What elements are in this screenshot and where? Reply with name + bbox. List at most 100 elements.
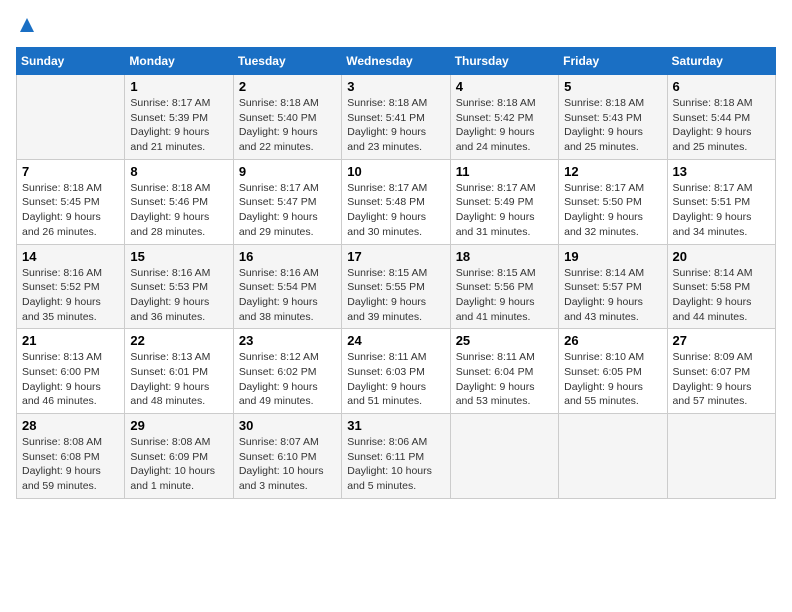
day-number: 9 — [239, 164, 336, 179]
day-number: 28 — [22, 418, 119, 433]
day-number: 25 — [456, 333, 553, 348]
calendar-cell: 22 Sunrise: 8:13 AMSunset: 6:01 PMDayligh… — [125, 329, 233, 414]
calendar-cell: 17 Sunrise: 8:15 AMSunset: 5:55 PMDayligh… — [342, 244, 450, 329]
day-detail: Sunrise: 8:18 AMSunset: 5:43 PMDaylight:… — [564, 96, 661, 155]
weekday-header-saturday: Saturday — [667, 48, 775, 75]
day-detail: Sunrise: 8:17 AMSunset: 5:48 PMDaylight:… — [347, 181, 444, 240]
weekday-header-thursday: Thursday — [450, 48, 558, 75]
day-number: 27 — [673, 333, 770, 348]
day-detail: Sunrise: 8:18 AMSunset: 5:40 PMDaylight:… — [239, 96, 336, 155]
calendar-cell: 3 Sunrise: 8:18 AMSunset: 5:41 PMDaylight… — [342, 75, 450, 160]
calendar-cell: 9 Sunrise: 8:17 AMSunset: 5:47 PMDaylight… — [233, 159, 341, 244]
calendar-cell: 18Sunrise: 8:15 AMSunset: 5:56 PMDayligh… — [450, 244, 558, 329]
day-detail: Sunrise: 8:18 AMSunset: 5:41 PMDaylight:… — [347, 96, 444, 155]
calendar-cell: 12 Sunrise: 8:17 AMSunset: 5:50 PMDayligh… — [559, 159, 667, 244]
day-number: 24 — [347, 333, 444, 348]
calendar-cell: 21 Sunrise: 8:13 AMSunset: 6:00 PMDayligh… — [17, 329, 125, 414]
calendar-cell: 14 Sunrise: 8:16 AMSunset: 5:52 PMDayligh… — [17, 244, 125, 329]
day-number: 8 — [130, 164, 227, 179]
day-detail: Sunrise: 8:18 AMSunset: 5:44 PMDaylight:… — [673, 96, 770, 155]
day-detail: Sunrise: 8:18 AMSunset: 5:45 PMDaylight:… — [22, 181, 119, 240]
weekday-header-friday: Friday — [559, 48, 667, 75]
day-number: 16 — [239, 249, 336, 264]
calendar-cell: 2 Sunrise: 8:18 AMSunset: 5:40 PMDaylight… — [233, 75, 341, 160]
calendar-cell: 13Sunrise: 8:17 AMSunset: 5:51 PMDayligh… — [667, 159, 775, 244]
calendar-cell: 4 Sunrise: 8:18 AMSunset: 5:42 PMDaylight… — [450, 75, 558, 160]
day-detail: Sunrise: 8:11 AMSunset: 6:04 PMDaylight:… — [456, 350, 553, 409]
calendar-cell: 27 Sunrise: 8:09 AMSunset: 6:07 PMDayligh… — [667, 329, 775, 414]
day-detail: Sunrise: 8:13 AMSunset: 6:01 PMDaylight:… — [130, 350, 227, 409]
calendar-cell — [667, 414, 775, 499]
day-number: 7 — [22, 164, 119, 179]
day-number: 3 — [347, 79, 444, 94]
calendar-cell: 10 Sunrise: 8:17 AMSunset: 5:48 PMDayligh… — [342, 159, 450, 244]
header — [16, 16, 776, 39]
logo — [16, 16, 36, 39]
calendar-table: SundayMondayTuesdayWednesdayThursdayFrid… — [16, 47, 776, 499]
day-number: 19 — [564, 249, 661, 264]
day-detail: Sunrise: 8:14 AMSunset: 5:58 PMDaylight:… — [673, 266, 770, 325]
day-detail: Sunrise: 8:15 AMSunset: 5:56 PMDaylight:… — [456, 266, 553, 325]
day-number: 4 — [456, 79, 553, 94]
calendar-cell: 7 Sunrise: 8:18 AMSunset: 5:45 PMDaylight… — [17, 159, 125, 244]
calendar-cell: 28Sunrise: 8:08 AMSunset: 6:08 PMDayligh… — [17, 414, 125, 499]
day-detail: Sunrise: 8:16 AMSunset: 5:52 PMDaylight:… — [22, 266, 119, 325]
day-number: 14 — [22, 249, 119, 264]
day-detail: Sunrise: 8:06 AMSunset: 6:11 PMDaylight:… — [347, 435, 444, 494]
calendar-cell: 26 Sunrise: 8:10 AMSunset: 6:05 PMDayligh… — [559, 329, 667, 414]
day-detail: Sunrise: 8:10 AMSunset: 6:05 PMDaylight:… — [564, 350, 661, 409]
weekday-header-wednesday: Wednesday — [342, 48, 450, 75]
calendar-cell: 23Sunrise: 8:12 AMSunset: 6:02 PMDayligh… — [233, 329, 341, 414]
day-detail: Sunrise: 8:17 AMSunset: 5:47 PMDaylight:… — [239, 181, 336, 240]
calendar-cell — [559, 414, 667, 499]
calendar-cell — [450, 414, 558, 499]
day-number: 31 — [347, 418, 444, 433]
day-number: 21 — [22, 333, 119, 348]
calendar-week-row: 7 Sunrise: 8:18 AMSunset: 5:45 PMDaylight… — [17, 159, 776, 244]
day-number: 10 — [347, 164, 444, 179]
day-detail: Sunrise: 8:13 AMSunset: 6:00 PMDaylight:… — [22, 350, 119, 409]
calendar-cell: 24 Sunrise: 8:11 AMSunset: 6:03 PMDayligh… — [342, 329, 450, 414]
calendar-week-row: 21 Sunrise: 8:13 AMSunset: 6:00 PMDayligh… — [17, 329, 776, 414]
day-number: 20 — [673, 249, 770, 264]
calendar-week-row: 14 Sunrise: 8:16 AMSunset: 5:52 PMDayligh… — [17, 244, 776, 329]
day-number: 12 — [564, 164, 661, 179]
day-number: 29 — [130, 418, 227, 433]
day-detail: Sunrise: 8:16 AMSunset: 5:54 PMDaylight:… — [239, 266, 336, 325]
day-number: 17 — [347, 249, 444, 264]
day-detail: Sunrise: 8:15 AMSunset: 5:55 PMDaylight:… — [347, 266, 444, 325]
weekday-header-tuesday: Tuesday — [233, 48, 341, 75]
day-detail: Sunrise: 8:16 AMSunset: 5:53 PMDaylight:… — [130, 266, 227, 325]
day-detail: Sunrise: 8:07 AMSunset: 6:10 PMDaylight:… — [239, 435, 336, 494]
calendar-cell: 19Sunrise: 8:14 AMSunset: 5:57 PMDayligh… — [559, 244, 667, 329]
calendar-cell — [17, 75, 125, 160]
day-number: 30 — [239, 418, 336, 433]
day-number: 6 — [673, 79, 770, 94]
day-detail: Sunrise: 8:11 AMSunset: 6:03 PMDaylight:… — [347, 350, 444, 409]
calendar-week-row: 1Sunrise: 8:17 AMSunset: 5:39 PMDaylight… — [17, 75, 776, 160]
day-detail: Sunrise: 8:17 AMSunset: 5:49 PMDaylight:… — [456, 181, 553, 240]
calendar-cell: 1Sunrise: 8:17 AMSunset: 5:39 PMDaylight… — [125, 75, 233, 160]
day-number: 26 — [564, 333, 661, 348]
weekday-header-sunday: Sunday — [17, 48, 125, 75]
weekday-header-row: SundayMondayTuesdayWednesdayThursdayFrid… — [17, 48, 776, 75]
day-detail: Sunrise: 8:17 AMSunset: 5:39 PMDaylight:… — [130, 96, 227, 155]
day-number: 11 — [456, 164, 553, 179]
calendar-cell: 11 Sunrise: 8:17 AMSunset: 5:49 PMDayligh… — [450, 159, 558, 244]
day-number: 15 — [130, 249, 227, 264]
calendar-cell: 8 Sunrise: 8:18 AMSunset: 5:46 PMDaylight… — [125, 159, 233, 244]
day-number: 2 — [239, 79, 336, 94]
calendar-cell: 5 Sunrise: 8:18 AMSunset: 5:43 PMDaylight… — [559, 75, 667, 160]
day-detail: Sunrise: 8:18 AMSunset: 5:46 PMDaylight:… — [130, 181, 227, 240]
calendar-cell: 29Sunrise: 8:08 AMSunset: 6:09 PMDayligh… — [125, 414, 233, 499]
day-detail: Sunrise: 8:09 AMSunset: 6:07 PMDaylight:… — [673, 350, 770, 409]
calendar-week-row: 28Sunrise: 8:08 AMSunset: 6:08 PMDayligh… — [17, 414, 776, 499]
day-number: 22 — [130, 333, 227, 348]
calendar-cell: 20 Sunrise: 8:14 AMSunset: 5:58 PMDayligh… — [667, 244, 775, 329]
day-detail: Sunrise: 8:18 AMSunset: 5:42 PMDaylight:… — [456, 96, 553, 155]
weekday-header-monday: Monday — [125, 48, 233, 75]
day-detail: Sunrise: 8:17 AMSunset: 5:50 PMDaylight:… — [564, 181, 661, 240]
day-detail: Sunrise: 8:17 AMSunset: 5:51 PMDaylight:… — [673, 181, 770, 240]
calendar-cell: 16 Sunrise: 8:16 AMSunset: 5:54 PMDayligh… — [233, 244, 341, 329]
day-number: 5 — [564, 79, 661, 94]
